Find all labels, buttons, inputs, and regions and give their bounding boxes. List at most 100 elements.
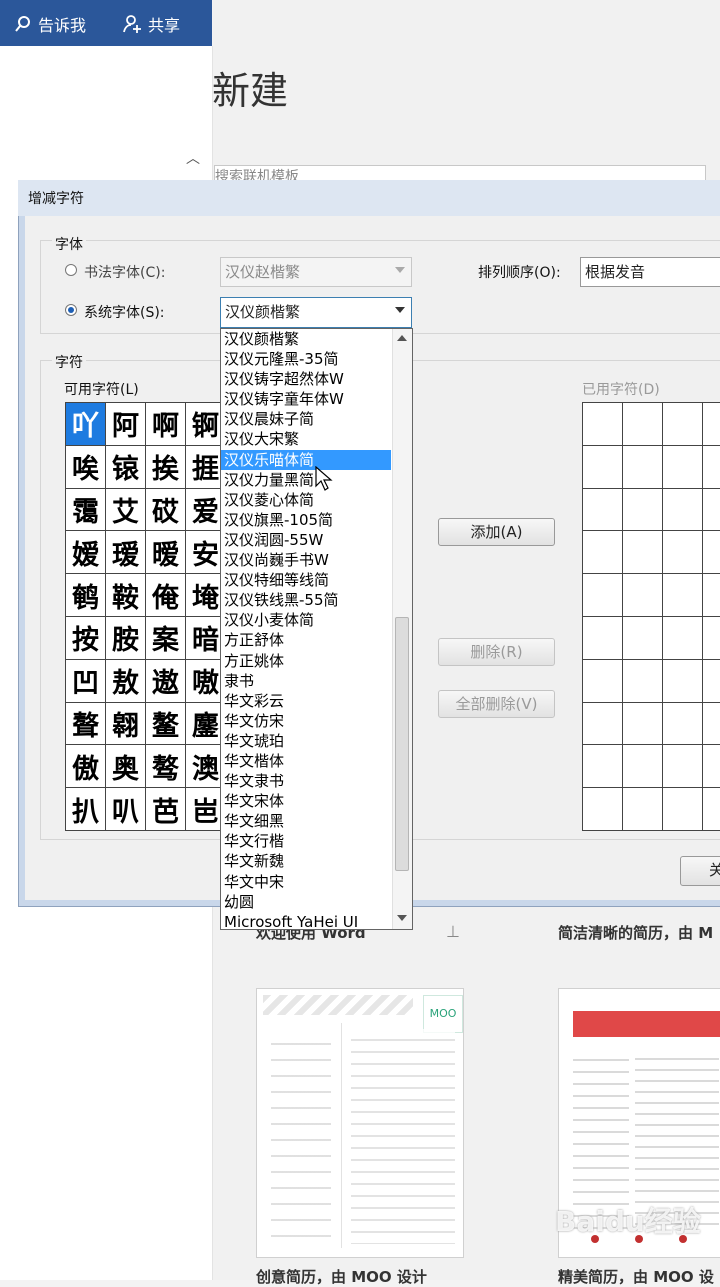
char-cell[interactable]: 奥	[106, 745, 146, 789]
used-char-cell[interactable]	[703, 574, 720, 617]
used-char-cell[interactable]	[663, 574, 703, 617]
char-cell[interactable]: 鹌	[66, 574, 106, 617]
used-char-cell[interactable]	[703, 531, 720, 575]
font-list-item[interactable]: 汉仪铸字超然体W	[221, 369, 391, 389]
font-list-item[interactable]: 华文彩云	[221, 691, 391, 711]
char-cell[interactable]: 埯	[186, 574, 222, 617]
scrollbar-thumb[interactable]	[395, 617, 409, 871]
used-char-cell[interactable]	[663, 659, 703, 703]
char-cell[interactable]: 鞍	[106, 574, 146, 617]
char-cell[interactable]: 鏖	[186, 702, 222, 746]
char-cell[interactable]: 案	[146, 616, 186, 660]
scroll-down-icon[interactable]	[397, 915, 407, 921]
char-cell[interactable]: 骜	[146, 745, 186, 789]
char-cell[interactable]: 遨	[146, 659, 186, 703]
char-cell[interactable]: 爱	[186, 488, 222, 532]
used-char-cell[interactable]	[663, 745, 703, 789]
used-char-cell[interactable]	[583, 445, 623, 489]
used-char-cell[interactable]	[663, 616, 703, 660]
char-cell[interactable]: 叭	[106, 788, 146, 831]
char-cell[interactable]: 唉	[66, 445, 106, 489]
sort-order-select[interactable]: 根据发音	[580, 257, 720, 287]
used-char-cell[interactable]	[623, 488, 663, 532]
font-list-item[interactable]: 汉仪晨妹子简	[221, 409, 391, 429]
font-list-scrollbar[interactable]	[392, 329, 412, 929]
char-cell[interactable]: 扒	[66, 788, 106, 831]
char-cell[interactable]: 胺	[106, 616, 146, 660]
used-char-cell[interactable]	[703, 445, 720, 489]
char-cell[interactable]: 鳌	[146, 702, 186, 746]
char-cell[interactable]: 翱	[106, 702, 146, 746]
char-cell[interactable]: 暗	[186, 616, 222, 660]
font-list-item[interactable]: 华文仿宋	[221, 711, 391, 731]
font-list-item[interactable]: 华文行楷	[221, 831, 391, 851]
used-char-cell[interactable]	[583, 403, 623, 446]
char-cell[interactable]: 岜	[186, 788, 222, 831]
char-cell[interactable]: 傲	[66, 745, 106, 789]
char-cell[interactable]: 敖	[106, 659, 146, 703]
font-list-item[interactable]: 汉仪大宋繁	[221, 429, 391, 449]
delete-button[interactable]: 删除(R)	[438, 638, 555, 666]
font-list-item[interactable]: 汉仪元隆黑-35简	[221, 349, 391, 369]
used-char-cell[interactable]	[623, 574, 663, 617]
used-char-cell[interactable]	[703, 403, 720, 446]
used-char-cell[interactable]	[623, 745, 663, 789]
font-list-item[interactable]: 华文中宋	[221, 872, 391, 892]
char-cell[interactable]: 阿	[106, 403, 146, 446]
font-list-item[interactable]: 华文新魏	[221, 851, 391, 871]
font-list-item[interactable]: Microsoft YaHei UI	[221, 912, 391, 929]
font-list-item[interactable]: 汉仪力量黑简	[221, 470, 391, 490]
char-cell[interactable]: 芭	[146, 788, 186, 831]
char-cell[interactable]: 砹	[146, 488, 186, 532]
used-chars-grid[interactable]	[582, 402, 720, 831]
char-cell[interactable]: 俺	[146, 574, 186, 617]
font-list-item[interactable]: 汉仪润圆-55W	[221, 530, 391, 550]
char-cell[interactable]: 瑷	[106, 531, 146, 575]
char-cell[interactable]: 吖	[66, 403, 108, 448]
used-char-cell[interactable]	[663, 531, 703, 575]
used-char-cell[interactable]	[703, 702, 720, 746]
delete-all-button[interactable]: 全部删除(V)	[438, 690, 555, 718]
char-cell[interactable]: 安	[186, 531, 222, 575]
char-cell[interactable]: 霭	[66, 488, 106, 532]
used-char-cell[interactable]	[623, 788, 663, 831]
used-char-cell[interactable]	[703, 788, 720, 831]
font-list-item[interactable]: 隶书	[221, 671, 391, 691]
share-button[interactable]: 共享	[122, 12, 180, 36]
used-char-cell[interactable]	[703, 488, 720, 532]
available-chars-grid[interactable]: 吖阿啊锕唉锿挨捱霭艾砹爱嫒瑷暧安鹌鞍俺埯按胺案暗凹敖遨嗷聱翱鳌鏖傲奥骜澳扒叭芭岜	[65, 402, 222, 831]
char-cell[interactable]: 聱	[66, 702, 106, 746]
char-cell[interactable]: 捱	[186, 445, 222, 489]
used-char-cell[interactable]	[663, 702, 703, 746]
font-list-item[interactable]: 汉仪尚巍手书W	[221, 550, 391, 570]
template-caption-creative-resume[interactable]: 创意简历，由 MOO 设计	[256, 1266, 427, 1287]
char-cell[interactable]: 啊	[146, 403, 186, 446]
font-list-item[interactable]: 汉仪乐喵体简	[221, 449, 391, 470]
char-cell[interactable]: 挨	[146, 445, 186, 489]
used-char-cell[interactable]	[623, 702, 663, 746]
used-char-cell[interactable]	[663, 488, 703, 532]
system-font-radio[interactable]	[65, 304, 77, 316]
used-char-cell[interactable]	[703, 659, 720, 703]
char-cell[interactable]: 按	[66, 616, 106, 660]
used-char-cell[interactable]	[583, 788, 623, 831]
char-cell[interactable]: 嗷	[186, 659, 222, 703]
calligraphy-font-select[interactable]: 汉仪赵楷繁	[220, 257, 412, 287]
font-list-item[interactable]: 华文隶书	[221, 771, 391, 791]
used-char-cell[interactable]	[583, 659, 623, 703]
font-list-item[interactable]: 汉仪颜楷繁	[221, 329, 391, 349]
font-list-item[interactable]: 汉仪菱心体简	[221, 490, 391, 510]
used-char-cell[interactable]	[583, 488, 623, 532]
char-cell[interactable]: 锕	[186, 403, 222, 446]
close-button[interactable]: 关	[680, 856, 720, 886]
pin-icon[interactable]: ⊥	[446, 922, 460, 941]
template-caption-elegant-resume[interactable]: 精美简历，由 MOO 设	[558, 1266, 714, 1287]
used-char-cell[interactable]	[663, 788, 703, 831]
used-char-cell[interactable]	[583, 745, 623, 789]
system-font-dropdown-list[interactable]: 汉仪颜楷繁 汉仪元隆黑-35简 汉仪铸字超然体W 汉仪铸字童年体W 汉仪晨妹子简 汉仪大宋…	[220, 328, 413, 930]
used-char-cell[interactable]	[623, 659, 663, 703]
font-list-item[interactable]: 汉仪特细等线简	[221, 570, 391, 590]
used-char-cell[interactable]	[703, 745, 720, 789]
font-list-item[interactable]: 幼圆	[221, 892, 391, 912]
used-char-cell[interactable]	[623, 445, 663, 489]
